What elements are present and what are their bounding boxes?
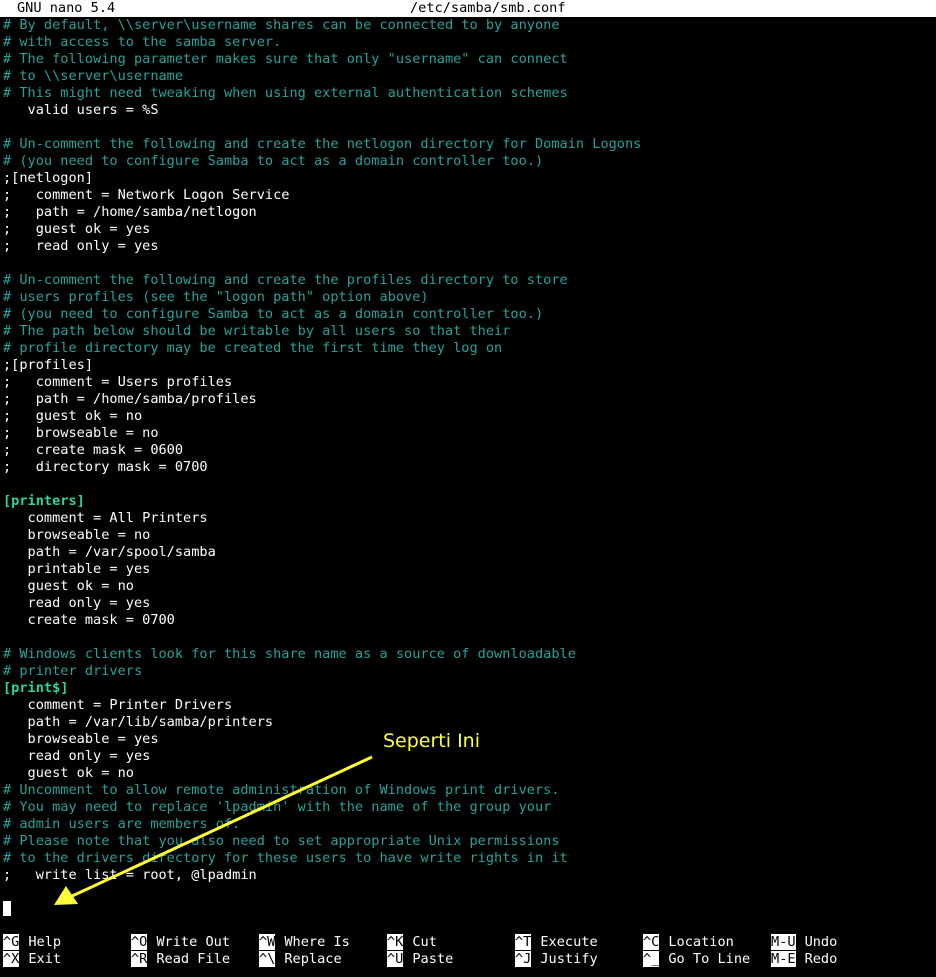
annotation-label: Seperti Ini — [383, 730, 481, 752]
annotation-arrow — [54, 755, 373, 905]
